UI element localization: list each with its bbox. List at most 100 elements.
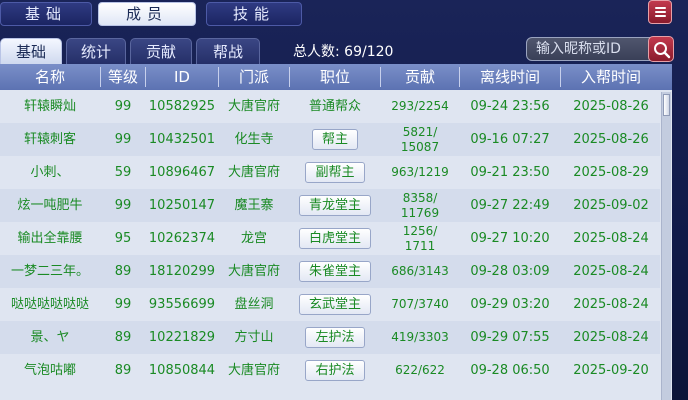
- member-join-time: 2025-08-24: [573, 297, 649, 312]
- member-name: 哒哒哒哒哒哒: [10, 297, 89, 312]
- member-level: 99: [114, 198, 132, 213]
- member-offline-time: 09-28 06:50: [470, 363, 550, 378]
- main-tab-members[interactable]: 成员: [98, 2, 196, 26]
- member-id: 10221829: [148, 330, 216, 345]
- table-row[interactable]: 输出全靠腰 95 10262374 龙宫 白虎堂主 1256/1711 09-2…: [0, 222, 660, 255]
- member-contribution: 419/3303: [391, 330, 449, 344]
- member-level: 89: [114, 264, 132, 279]
- scrollbar[interactable]: [661, 92, 671, 400]
- column-header-sect[interactable]: 门派: [219, 64, 289, 90]
- member-role: 帮主: [290, 123, 380, 156]
- table-row[interactable]: 景、ヤ 89 10221829 方寸山 左护法 419/3303 09-29 0…: [0, 321, 660, 354]
- member-name: 气泡咕嘟: [23, 363, 76, 378]
- column-header-role[interactable]: 职位: [290, 64, 380, 90]
- member-name: 轩辕瞬灿: [23, 99, 76, 114]
- role-button[interactable]: 右护法: [305, 360, 365, 381]
- member-sect: 大唐官府: [227, 165, 280, 180]
- main-tab-skills[interactable]: 技能: [206, 2, 302, 26]
- role-button[interactable]: 朱雀堂主: [298, 261, 371, 282]
- role-button[interactable]: 白虎堂主: [298, 228, 371, 249]
- table-row[interactable]: 轩辕刺客 99 10432501 化生寺 帮主 5821/15087 09-16…: [0, 123, 660, 156]
- member-role: 朱雀堂主: [290, 255, 380, 288]
- column-header-level[interactable]: 等级: [101, 64, 145, 90]
- search-button[interactable]: [648, 36, 674, 62]
- table-row[interactable]: 气泡咕嘟 89 10850844 大唐官府 右护法 622/622 09-28 …: [0, 354, 660, 387]
- column-header-name[interactable]: 名称: [0, 64, 100, 90]
- sub-tab-guild-war[interactable]: 帮战: [196, 38, 260, 64]
- member-id: 18120299: [148, 264, 216, 279]
- member-offline-time: 09-27 22:49: [470, 198, 550, 213]
- member-role: 普通帮众: [308, 99, 361, 114]
- member-contribution: 293/2254: [391, 99, 449, 113]
- member-join-time: 2025-08-24: [573, 231, 649, 246]
- sub-tab-contribution[interactable]: 贡献: [130, 38, 192, 64]
- guild-window: 基础 成员 技能 基础 统计 贡献 帮战 总人数: 69/120 输入昵称或ID…: [0, 0, 688, 400]
- member-sect: 盘丝洞: [234, 297, 274, 312]
- role-button[interactable]: 青龙堂主: [298, 195, 371, 216]
- member-sect: 龙宫: [240, 231, 267, 246]
- member-id: 10896467: [148, 165, 216, 180]
- role-button[interactable]: 副帮主: [305, 162, 365, 183]
- member-name: 轩辕刺客: [23, 132, 76, 147]
- column-header-join-time[interactable]: 入帮时间: [561, 64, 661, 90]
- member-offline-time: 09-21 23:50: [470, 165, 550, 180]
- member-role: 玄武堂主: [290, 288, 380, 321]
- table-row[interactable]: 一梦二三年。 89 18120299 大唐官府 朱雀堂主 686/3143 09…: [0, 255, 660, 288]
- table-body: 轩辕瞬灿 99 10582925 大唐官府 普通帮众 293/2254 09-2…: [0, 90, 660, 400]
- member-offline-time: 09-29 07:55: [470, 330, 550, 345]
- member-contribution: 5821/15087: [400, 124, 440, 154]
- member-id: 10262374: [148, 231, 216, 246]
- table-row[interactable]: 哒哒哒哒哒哒 99 93556699 盘丝洞 玄武堂主 707/3740 09-…: [0, 288, 660, 321]
- member-contribution: 1256/1711: [402, 223, 438, 253]
- member-contribution: 8358/11769: [400, 190, 440, 220]
- role-button[interactable]: 帮主: [311, 129, 358, 150]
- sub-tab-stats[interactable]: 统计: [66, 38, 126, 64]
- member-offline-time: 09-28 03:09: [470, 264, 550, 279]
- member-role: 左护法: [290, 321, 380, 354]
- table-row[interactable]: 炫一吨肥牛 99 10250147 魔王寨 青龙堂主 8358/11769 09…: [0, 189, 660, 222]
- member-name: 小刺、: [30, 165, 70, 180]
- member-offline-time: 09-24 23:56: [470, 99, 550, 114]
- member-id: 10582925: [148, 99, 216, 114]
- member-sect: 魔王寨: [234, 198, 274, 213]
- sub-tab-basic[interactable]: 基础: [0, 38, 62, 64]
- main-tab-basic[interactable]: 基础: [0, 2, 92, 26]
- search-icon: [654, 42, 671, 59]
- member-table: 名称 等级 ID 门派 职位 贡献 离线时间 入帮时间 轩辕瞬灿 99 1058…: [0, 64, 672, 400]
- member-role: 白虎堂主: [290, 222, 380, 255]
- search-input[interactable]: 输入昵称或ID: [526, 37, 650, 61]
- column-header-contribution[interactable]: 贡献: [381, 64, 459, 90]
- member-join-time: 2025-09-20: [573, 363, 649, 378]
- member-sect: 大唐官府: [227, 264, 280, 279]
- column-header-id[interactable]: ID: [146, 64, 218, 90]
- table-row[interactable]: 轩辕瞬灿 99 10582925 大唐官府 普通帮众 293/2254 09-2…: [0, 90, 660, 123]
- member-contribution: 686/3143: [391, 264, 449, 278]
- member-role: 青龙堂主: [290, 189, 380, 222]
- member-contribution: 622/622: [395, 363, 445, 377]
- member-contribution: 963/1219: [391, 165, 449, 179]
- member-level: 89: [114, 363, 132, 378]
- member-sect: 大唐官府: [227, 363, 280, 378]
- column-header-offline-time[interactable]: 离线时间: [460, 64, 560, 90]
- member-id: 10850844: [148, 363, 216, 378]
- member-level: 99: [114, 99, 132, 114]
- menu-button[interactable]: [648, 0, 672, 24]
- member-sect: 化生寺: [234, 132, 274, 147]
- member-join-time: 2025-08-24: [573, 330, 649, 345]
- member-level: 89: [114, 330, 132, 345]
- member-id: 93556699: [148, 297, 216, 312]
- role-button[interactable]: 玄武堂主: [298, 294, 371, 315]
- member-join-time: 2025-08-26: [573, 99, 649, 114]
- member-offline-time: 09-29 03:20: [470, 297, 550, 312]
- member-level: 99: [114, 297, 132, 312]
- member-level: 95: [114, 231, 132, 246]
- member-id: 10250147: [148, 198, 216, 213]
- member-contribution: 707/3740: [391, 297, 449, 311]
- member-offline-time: 09-16 07:27: [470, 132, 550, 147]
- scrollbar-thumb[interactable]: [663, 94, 670, 116]
- member-name: 输出全靠腰: [17, 231, 83, 246]
- role-button[interactable]: 左护法: [305, 327, 365, 348]
- member-name: 一梦二三年。: [10, 264, 89, 279]
- member-sect: 大唐官府: [227, 99, 280, 114]
- table-row[interactable]: 小刺、 59 10896467 大唐官府 副帮主 963/1219 09-21 …: [0, 156, 660, 189]
